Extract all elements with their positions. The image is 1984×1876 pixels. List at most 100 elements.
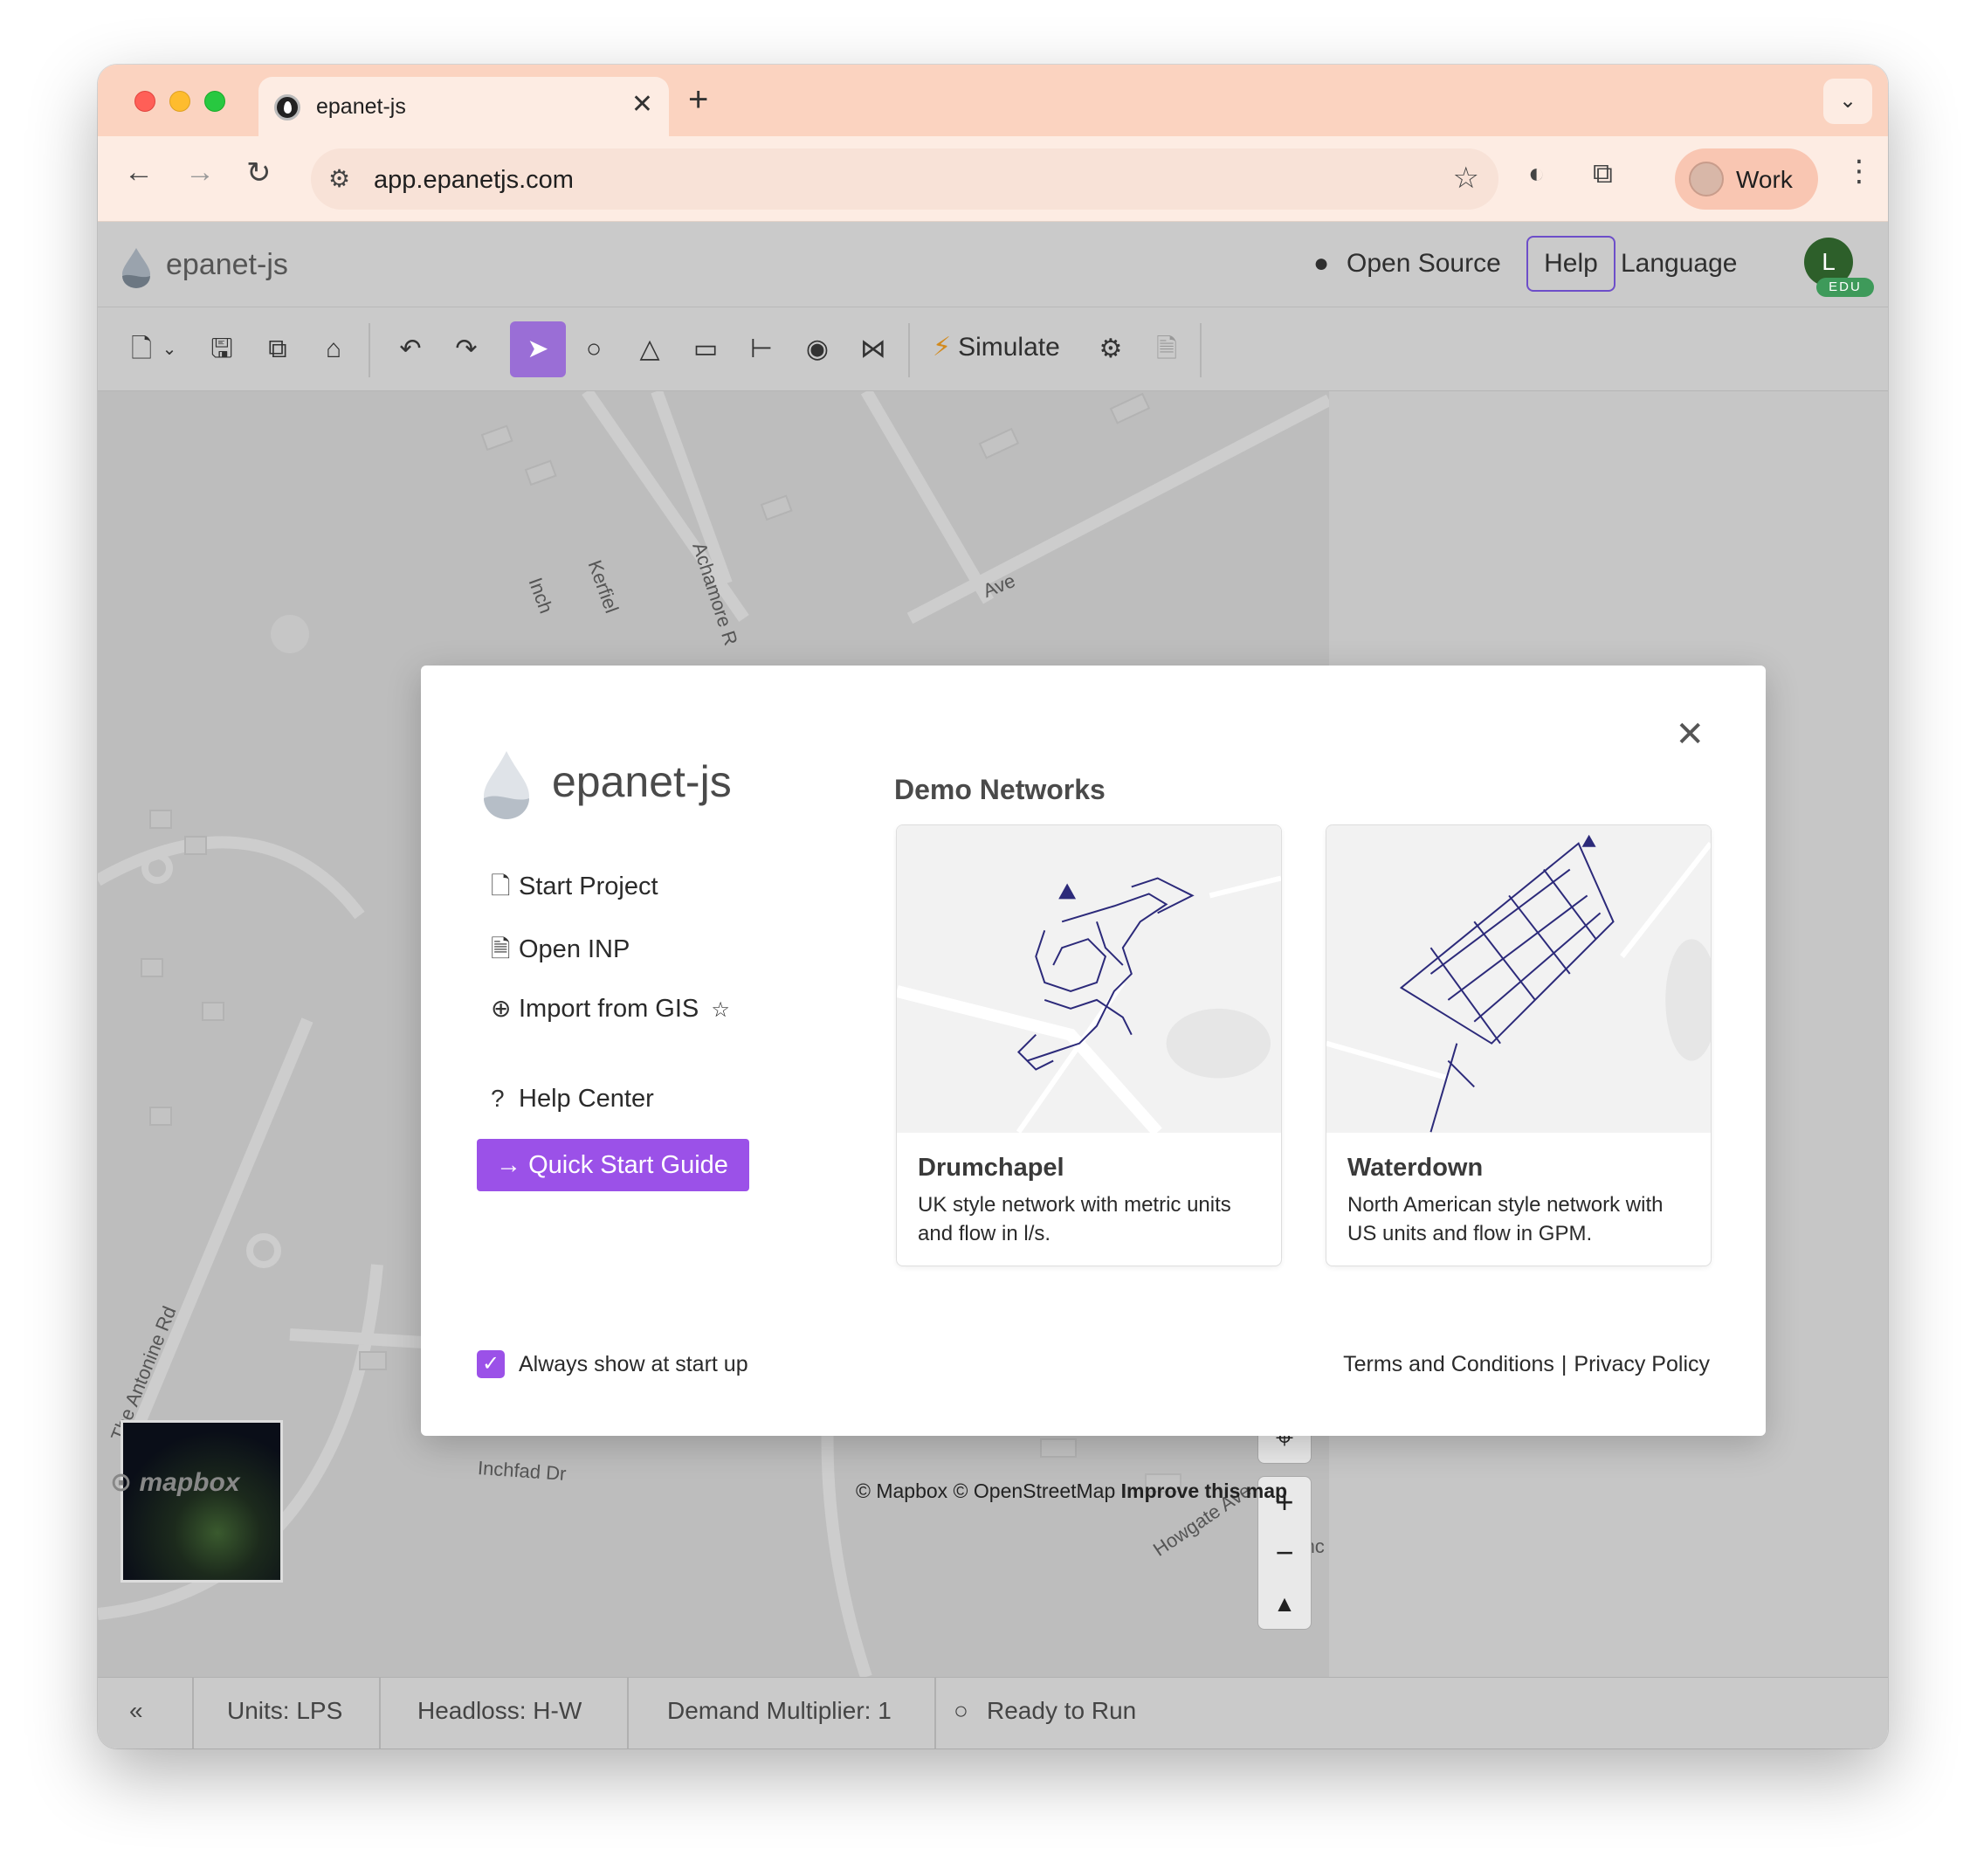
file-text-icon: 🗎	[491, 935, 511, 962]
editor-toolbar: 🗋 ⌄ 🖫 ⧉ ⌂ ↶ ↷ ➤ ○ △ ▭ ⊢ ◉ ⋈ ⚡ Simulate ⚙ …	[98, 307, 1888, 391]
toolbar-separator	[1200, 323, 1202, 377]
open-source-link[interactable]: Open Source	[1347, 249, 1501, 279]
demo-card-title: Drumchapel	[918, 1154, 1064, 1182]
pipe-icon[interactable]: ⊢	[742, 330, 781, 369]
toolbar-separator	[369, 323, 370, 377]
quick-start-button[interactable]: → Quick Start Guide	[477, 1139, 749, 1191]
close-icon[interactable]: ✕	[1675, 714, 1705, 755]
status-bar: « Units: LPS Headloss: H-W Demand Multip…	[98, 1677, 1888, 1748]
help-center-label: Help Center	[519, 1085, 654, 1113]
always-show-label[interactable]: Always show at start up	[519, 1352, 748, 1377]
minimap[interactable]	[121, 1420, 283, 1583]
demo-card-waterdown[interactable]: Waterdown North American style network w…	[1326, 824, 1712, 1266]
address-bar[interactable]: ⚙ app.epanetjs.com ☆	[311, 148, 1498, 210]
save-as-icon[interactable]: ⧉	[258, 330, 297, 369]
select-icon[interactable]: ➤	[519, 330, 557, 369]
status-separator	[379, 1678, 381, 1748]
compass-icon[interactable]: ▲	[1258, 1578, 1311, 1629]
profile-button[interactable]: Work	[1675, 148, 1818, 210]
start-project-button[interactable]: 🗋 Start Project	[491, 868, 658, 910]
report-icon[interactable]: 🗎	[1147, 330, 1186, 369]
zoom-out-button[interactable]: −	[1258, 1528, 1311, 1578]
start-project-label: Start Project	[519, 872, 658, 900]
profile-label: Work	[1736, 166, 1793, 193]
epanet-logo-icon	[122, 248, 150, 288]
browser-menu-icon[interactable]: ⋮	[1844, 154, 1874, 189]
browser-tab[interactable]: epanet-js ✕	[258, 77, 669, 136]
demo-card-description: UK style network with metric units and f…	[918, 1193, 1231, 1245]
browser-toolbar: ← → ↻ ⚙ app.epanetjs.com ☆ ◐ ⧉ Work ⋮	[98, 136, 1888, 222]
help-center-button[interactable]: ? Help Center	[491, 1085, 654, 1114]
import-gis-label: Import from GIS	[519, 995, 699, 1023]
profile-avatar	[1689, 162, 1724, 197]
back-icon[interactable]: ←	[124, 155, 154, 190]
url-text: app.epanetjs.com	[374, 166, 574, 194]
modal-brand: epanet-js	[552, 757, 732, 806]
close-window-button[interactable]	[134, 91, 155, 112]
open-inp-button[interactable]: 🗎 Open INP	[491, 931, 630, 973]
open-inp-label: Open INP	[519, 935, 630, 963]
redo-icon[interactable]: ↷	[447, 330, 486, 369]
legal-separator: |	[1560, 1352, 1567, 1376]
legal-links: Terms and Conditions | Privacy Policy	[1343, 1352, 1710, 1377]
improve-map-link[interactable]: Improve this map	[1121, 1479, 1287, 1502]
maximize-window-button[interactable]	[204, 91, 225, 112]
status-separator	[627, 1678, 629, 1748]
undo-icon[interactable]: ↶	[391, 330, 430, 369]
run-status: Ready to Run	[987, 1697, 1137, 1724]
toolbar-separator	[908, 323, 910, 377]
bookmark-star-icon[interactable]: ☆	[1453, 161, 1479, 196]
junction-icon[interactable]: ○	[575, 330, 613, 369]
home-icon[interactable]: ⌂	[314, 330, 353, 369]
demo-card-drumchapel[interactable]: Drumchapel UK style network with metric …	[896, 824, 1282, 1266]
simulate-button[interactable]: ⚡ Simulate	[933, 332, 1060, 362]
browser-window: epanet-js ✕ + ⌄ ← → ↻ ⚙ app.epanetjs.com…	[98, 65, 1888, 1748]
chevron-down-icon[interactable]: ⌄	[150, 330, 189, 369]
github-icon[interactable]: ●	[1313, 249, 1329, 279]
attribution-text: © Mapbox © OpenStreetMap	[856, 1479, 1116, 1502]
app-header: epanet-js ● Open Source Help Language L …	[98, 222, 1888, 307]
welcome-dialog: ✕ epanet-js 🗋 Start Project 🗎 Open INP ⊕ Im…	[421, 666, 1766, 1436]
tank-icon[interactable]: ▭	[686, 330, 725, 369]
run-status-icon: ○	[954, 1697, 968, 1724]
app-title: epanet-js	[166, 248, 288, 281]
always-show-checkbox[interactable]: ✓	[477, 1350, 505, 1378]
map-attribution: © Mapbox © OpenStreetMap Improve this ma…	[856, 1479, 1287, 1503]
tab-strip: epanet-js ✕ + ⌄	[98, 65, 1888, 136]
password-manager-icon[interactable]: ◐	[1528, 157, 1545, 190]
minimize-window-button[interactable]	[169, 91, 190, 112]
headloss-status[interactable]: Headloss: H-W	[417, 1697, 582, 1725]
globe-icon: ⊕	[491, 995, 512, 1022]
simulate-icon: ⚡	[933, 333, 952, 362]
new-tab-button[interactable]: +	[688, 80, 708, 120]
arrow-right-icon: →	[496, 1151, 529, 1179]
settings-icon[interactable]: ⚙	[1092, 330, 1130, 369]
favicon-icon	[274, 94, 300, 121]
tab-search-button[interactable]: ⌄	[1823, 79, 1872, 124]
edu-badge: EDU	[1816, 278, 1874, 297]
forward-icon[interactable]: →	[185, 155, 215, 190]
demo-networks-heading: Demo Networks	[894, 774, 1106, 805]
demo-card-description: North American style network with US uni…	[1347, 1193, 1664, 1245]
reservoir-icon[interactable]: △	[630, 330, 669, 369]
units-status[interactable]: Units: LPS	[227, 1697, 342, 1725]
status-separator	[192, 1678, 194, 1748]
quick-start-label: Quick Start Guide	[528, 1151, 728, 1179]
valve-icon[interactable]: ⋈	[854, 330, 892, 369]
save-icon[interactable]: 🖫	[203, 330, 241, 369]
demand-multiplier-status[interactable]: Demand Multiplier: 1	[667, 1697, 892, 1725]
pump-icon[interactable]: ◉	[798, 330, 837, 369]
tab-close-icon[interactable]: ✕	[631, 89, 653, 120]
collapse-panel-button[interactable]: «	[129, 1697, 143, 1725]
reload-icon[interactable]: ↻	[246, 155, 272, 190]
epanet-logo-icon	[484, 751, 529, 819]
import-gis-button[interactable]: ⊕ Import from GIS ☆	[491, 994, 730, 1024]
help-button[interactable]: Help	[1526, 236, 1615, 292]
extensions-icon[interactable]: ⧉	[1593, 157, 1613, 190]
language-button[interactable]: Language	[1621, 249, 1737, 279]
terms-link[interactable]: Terms and Conditions	[1343, 1352, 1554, 1376]
site-settings-icon[interactable]: ⚙	[328, 164, 350, 193]
mapbox-logo[interactable]: ⊙ mapbox	[110, 1467, 240, 1498]
waterdown-thumbnail	[1326, 825, 1711, 1133]
privacy-link[interactable]: Privacy Policy	[1574, 1352, 1710, 1376]
